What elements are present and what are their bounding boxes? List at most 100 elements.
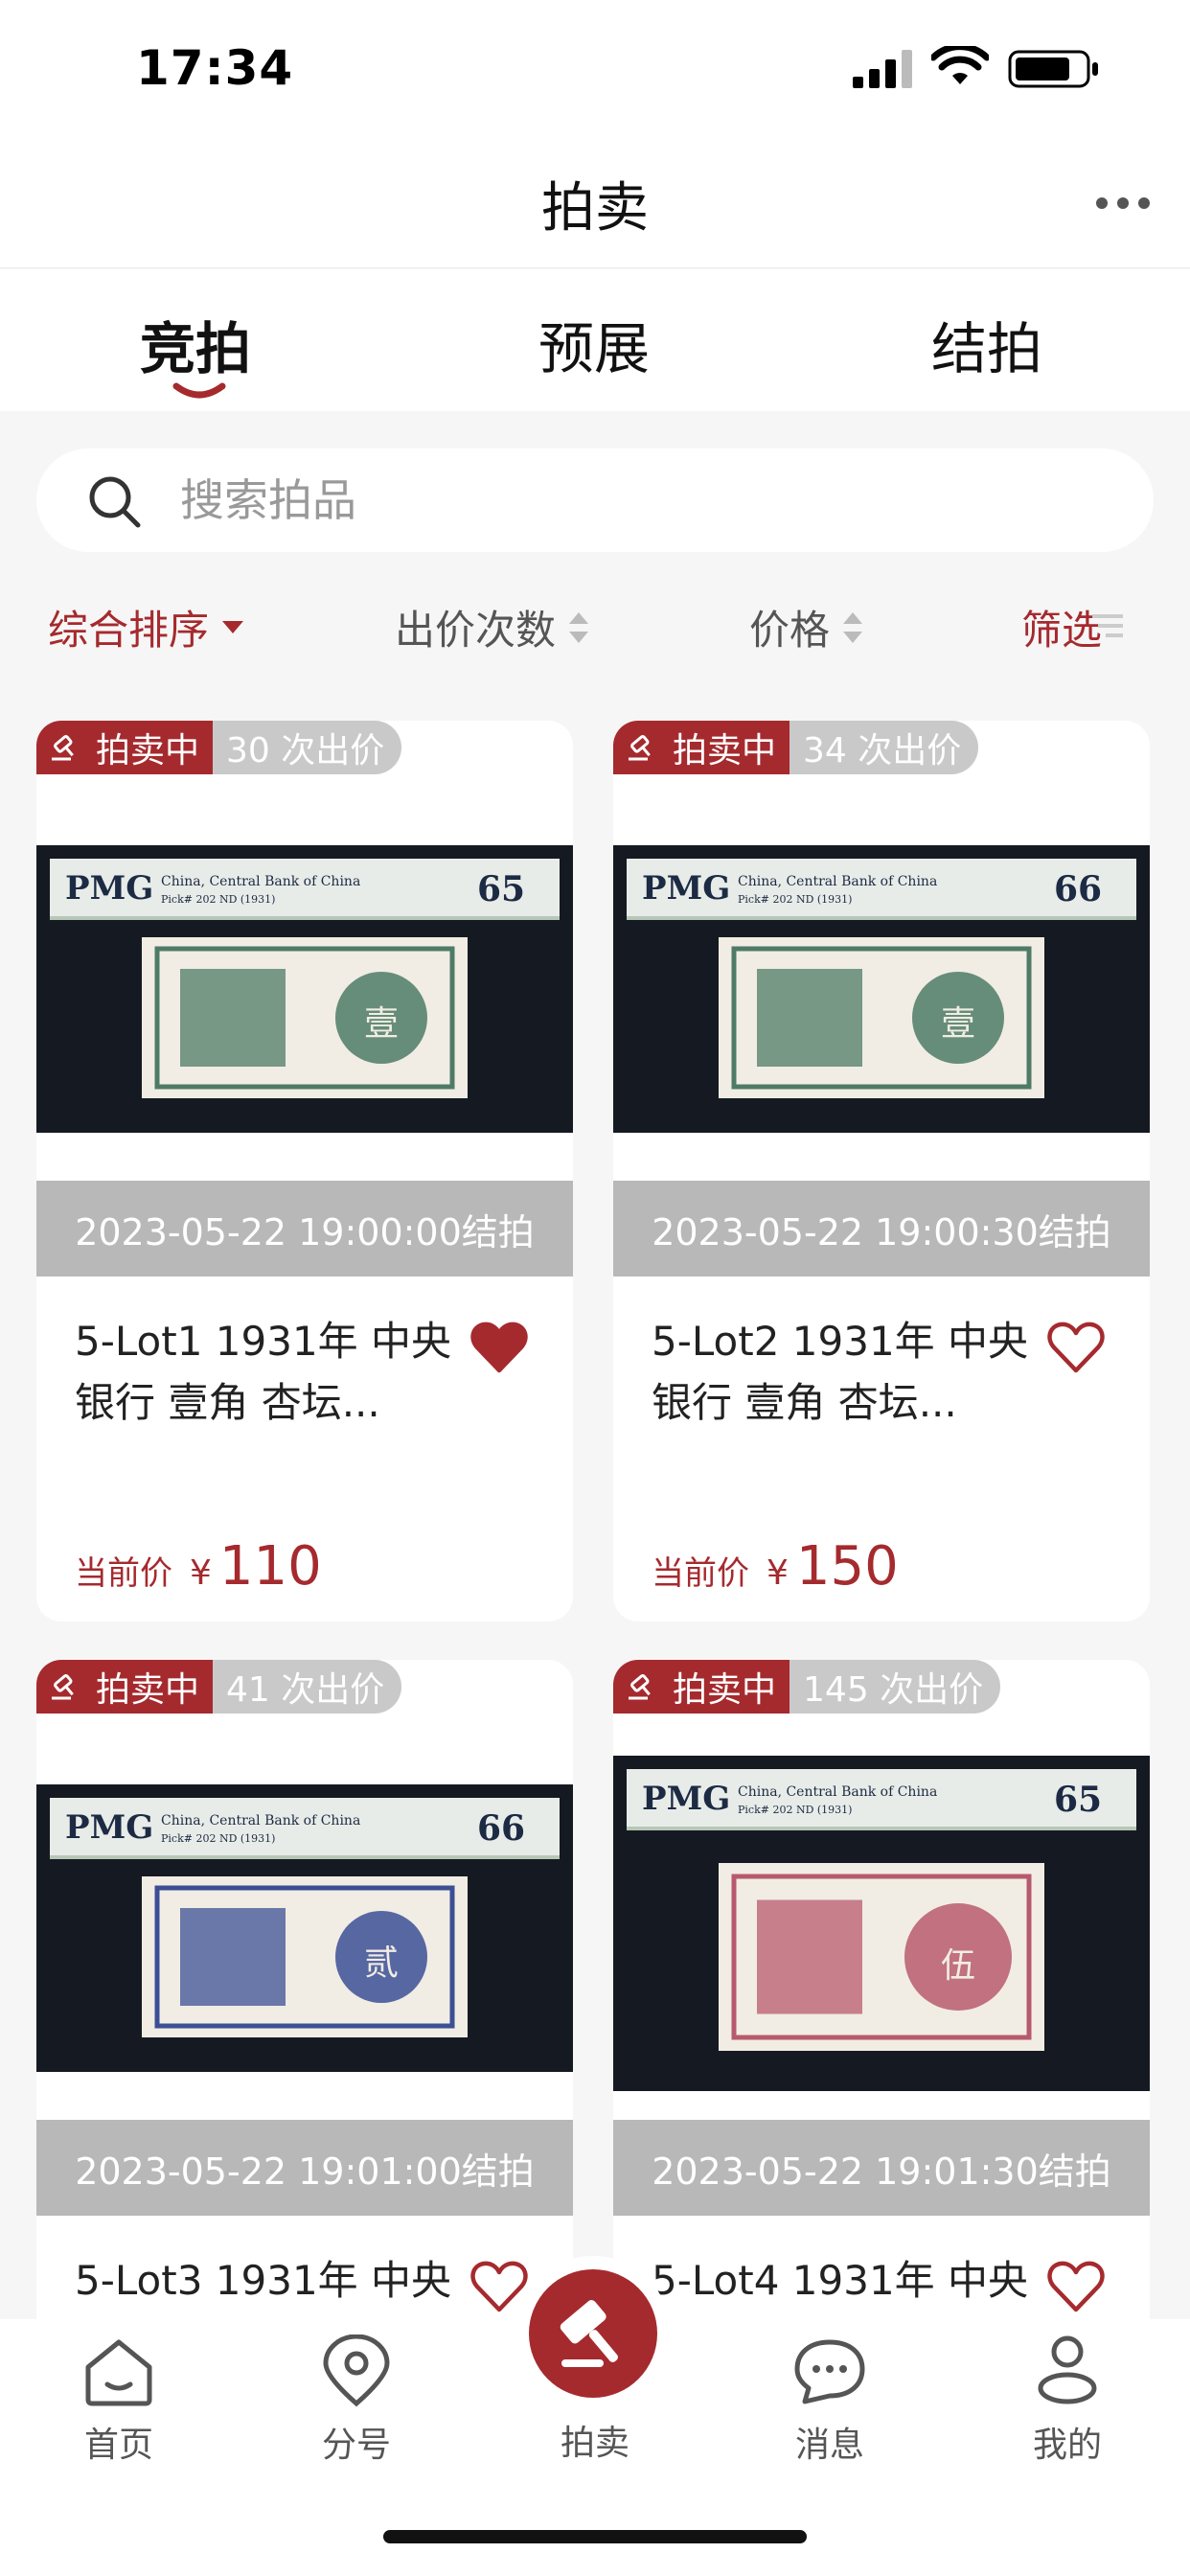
battery-icon xyxy=(1008,50,1098,88)
live-badge: 拍卖中 xyxy=(36,721,214,774)
active-tab-indicator xyxy=(172,382,226,399)
bid-count-badge: 145 次出价 xyxy=(790,1660,1001,1714)
tab-closed[interactable]: 结拍 xyxy=(872,304,1102,384)
nav-home[interactable]: 首页 xyxy=(42,2334,195,2467)
sort-price-label: 价格 xyxy=(749,607,831,654)
svg-text:PMG: PMG xyxy=(642,869,730,908)
filter-button[interactable]: 筛选 xyxy=(1021,598,1127,656)
live-badge-label: 拍卖中 xyxy=(673,1670,777,1710)
banknote-image: PMG China, Central Bank of China Pick# 2… xyxy=(613,845,1150,1133)
price-label: 当前价 xyxy=(75,1554,172,1593)
sort-comprehensive[interactable]: 综合排序 xyxy=(48,598,244,656)
nav-bar: 拍卖 xyxy=(0,144,1190,268)
sort-comprehensive-label: 综合排序 xyxy=(48,607,210,654)
nav-home-label: 首页 xyxy=(83,2426,153,2465)
favorite-heart-icon[interactable] xyxy=(469,2260,529,2313)
profile-icon xyxy=(1038,2335,1097,2404)
svg-text:PMG: PMG xyxy=(642,1780,730,1818)
svg-text:Pick# 202 ND (1931): Pick# 202 ND (1931) xyxy=(161,1832,275,1845)
svg-text:伍: 伍 xyxy=(941,1946,975,1986)
auction-tabs: 竞拍 预展 结拍 xyxy=(0,269,1190,411)
svg-text:壹: 壹 xyxy=(941,1004,975,1044)
home-indicator xyxy=(383,2530,807,2543)
svg-text:65: 65 xyxy=(477,869,525,909)
bid-count-badge: 30 次出价 xyxy=(213,721,402,774)
live-badge: 拍卖中 xyxy=(36,1660,214,1714)
svg-text:China, Central Bank of China: China, Central Bank of China xyxy=(161,1813,360,1828)
lot-title[interactable]: 5-Lot2 1931年 中央银行 壹角 杏坛... xyxy=(652,1311,1054,1434)
svg-text:65: 65 xyxy=(1054,1780,1102,1820)
currency-symbol: ¥ xyxy=(190,1553,212,1593)
svg-text:China, Central Bank of China: China, Central Bank of China xyxy=(738,874,937,889)
sort-bid-count-label: 出价次数 xyxy=(395,607,557,654)
favorite-heart-icon[interactable] xyxy=(1046,2260,1106,2313)
svg-text:66: 66 xyxy=(1054,869,1102,909)
lot-card[interactable]: 拍卖中 30 次出价 PMG China, Central Bank of Ch… xyxy=(36,721,573,1622)
lot-status-badge: 拍卖中 30 次出价 xyxy=(36,721,402,774)
signal-icon xyxy=(853,50,912,88)
nav-branch[interactable]: 分号 xyxy=(280,2334,433,2467)
nav-messages[interactable]: 消息 xyxy=(753,2334,906,2467)
lot-title[interactable]: 5-Lot4 1931年 中央 xyxy=(652,2250,1054,2312)
status-time: 17:34 xyxy=(136,40,294,96)
gavel-small-icon xyxy=(52,735,74,761)
search-input[interactable] xyxy=(180,466,1100,535)
svg-text:Pick# 202 ND (1931): Pick# 202 ND (1931) xyxy=(738,1804,852,1816)
current-price: 当前价 ¥ 150 xyxy=(652,1535,899,1598)
svg-text:China, Central Bank of China: China, Central Bank of China xyxy=(161,874,360,889)
svg-text:贰: 贰 xyxy=(364,1944,399,1983)
search-bar[interactable] xyxy=(36,448,1154,552)
svg-text:壹: 壹 xyxy=(364,1004,399,1044)
banknote-image: PMG China, Central Bank of China Pick# 2… xyxy=(613,1756,1150,2091)
caret-down-icon xyxy=(222,620,244,633)
svg-text:66: 66 xyxy=(477,1808,525,1849)
svg-text:Pick# 202 ND (1931): Pick# 202 ND (1931) xyxy=(738,893,852,906)
price-label: 当前价 xyxy=(652,1554,749,1593)
svg-text:China, Central Bank of China: China, Central Bank of China xyxy=(738,1784,937,1800)
price-value: 110 xyxy=(218,1535,322,1598)
bid-count-badge: 41 次出价 xyxy=(213,1660,402,1714)
lot-status-badge: 拍卖中 34 次出价 xyxy=(613,721,979,774)
gavel-small-icon xyxy=(52,1674,74,1700)
filter-icon xyxy=(1092,613,1124,637)
lot-card[interactable]: 拍卖中 34 次出价 PMG China, Central Bank of Ch… xyxy=(613,721,1150,1622)
tab-bidding[interactable]: 竞拍 xyxy=(80,304,310,384)
wifi-icon xyxy=(931,46,989,84)
sort-price[interactable]: 价格 xyxy=(749,598,863,656)
gavel-small-icon xyxy=(629,1674,651,1700)
live-badge: 拍卖中 xyxy=(613,721,790,774)
nav-messages-label: 消息 xyxy=(794,2426,864,2465)
banknote-image: PMG China, Central Bank of China Pick# 2… xyxy=(36,1784,573,2072)
live-badge-label: 拍卖中 xyxy=(96,731,200,770)
svg-text:PMG: PMG xyxy=(65,1808,153,1847)
search-icon xyxy=(89,476,141,528)
lot-title[interactable]: 5-Lot1 1931年 中央银行 壹角 杏坛... xyxy=(75,1311,477,1434)
end-time-bar: 2023-05-22 19:01:00结拍 xyxy=(36,2120,573,2216)
favorite-heart-icon[interactable] xyxy=(1046,1321,1106,1374)
bottom-nav: 首页 分号 拍卖 消息 我的 xyxy=(0,2269,1190,2576)
current-price: 当前价 ¥ 110 xyxy=(75,1535,322,1598)
svg-text:PMG: PMG xyxy=(65,869,153,908)
banknote-image: PMG China, Central Bank of China Pick# 2… xyxy=(36,845,573,1133)
favorite-heart-icon[interactable] xyxy=(469,1321,529,1374)
live-badge: 拍卖中 xyxy=(613,1660,790,1714)
gavel-icon xyxy=(560,2300,618,2367)
lot-status-badge: 拍卖中 145 次出价 xyxy=(613,1660,1001,1714)
currency-symbol: ¥ xyxy=(767,1553,789,1593)
lot-status-badge: 拍卖中 41 次出价 xyxy=(36,1660,402,1714)
location-icon xyxy=(323,2334,390,2407)
more-dots-icon[interactable] xyxy=(1094,196,1152,211)
home-icon xyxy=(85,2339,152,2406)
nav-branch-label: 分号 xyxy=(321,2426,391,2465)
lot-title[interactable]: 5-Lot3 1931年 中央 xyxy=(75,2250,477,2312)
end-time-bar: 2023-05-22 19:00:00结拍 xyxy=(36,1181,573,1276)
end-time-bar: 2023-05-22 19:01:30结拍 xyxy=(613,2120,1150,2216)
nav-profile-label: 我的 xyxy=(1032,2426,1102,2465)
sort-arrows-icon xyxy=(569,611,589,643)
bid-count-badge: 34 次出价 xyxy=(790,721,979,774)
message-icon xyxy=(794,2339,865,2404)
tab-preview[interactable]: 预展 xyxy=(479,304,709,384)
nav-auction-fab[interactable] xyxy=(529,2269,657,2398)
nav-profile[interactable]: 我的 xyxy=(991,2334,1144,2467)
sort-bid-count[interactable]: 出价次数 xyxy=(395,598,589,656)
